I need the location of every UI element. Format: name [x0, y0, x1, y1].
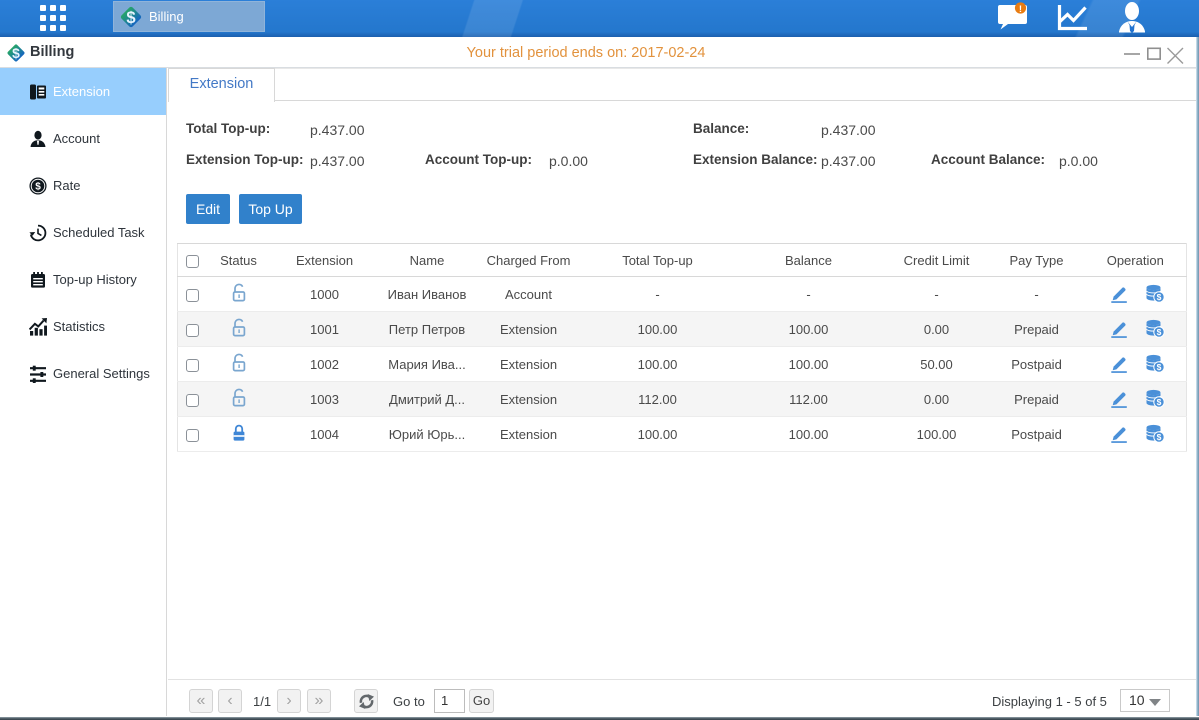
- svg-text:$: $: [1157, 397, 1162, 407]
- svg-text:$: $: [1157, 362, 1162, 372]
- svg-text:$: $: [1157, 432, 1162, 442]
- svg-text:$: $: [1157, 327, 1162, 337]
- svg-text:$: $: [35, 181, 41, 192]
- svg-text:$: $: [126, 8, 135, 27]
- svg-text:!: !: [1019, 4, 1022, 15]
- svg-text:$: $: [1157, 292, 1162, 302]
